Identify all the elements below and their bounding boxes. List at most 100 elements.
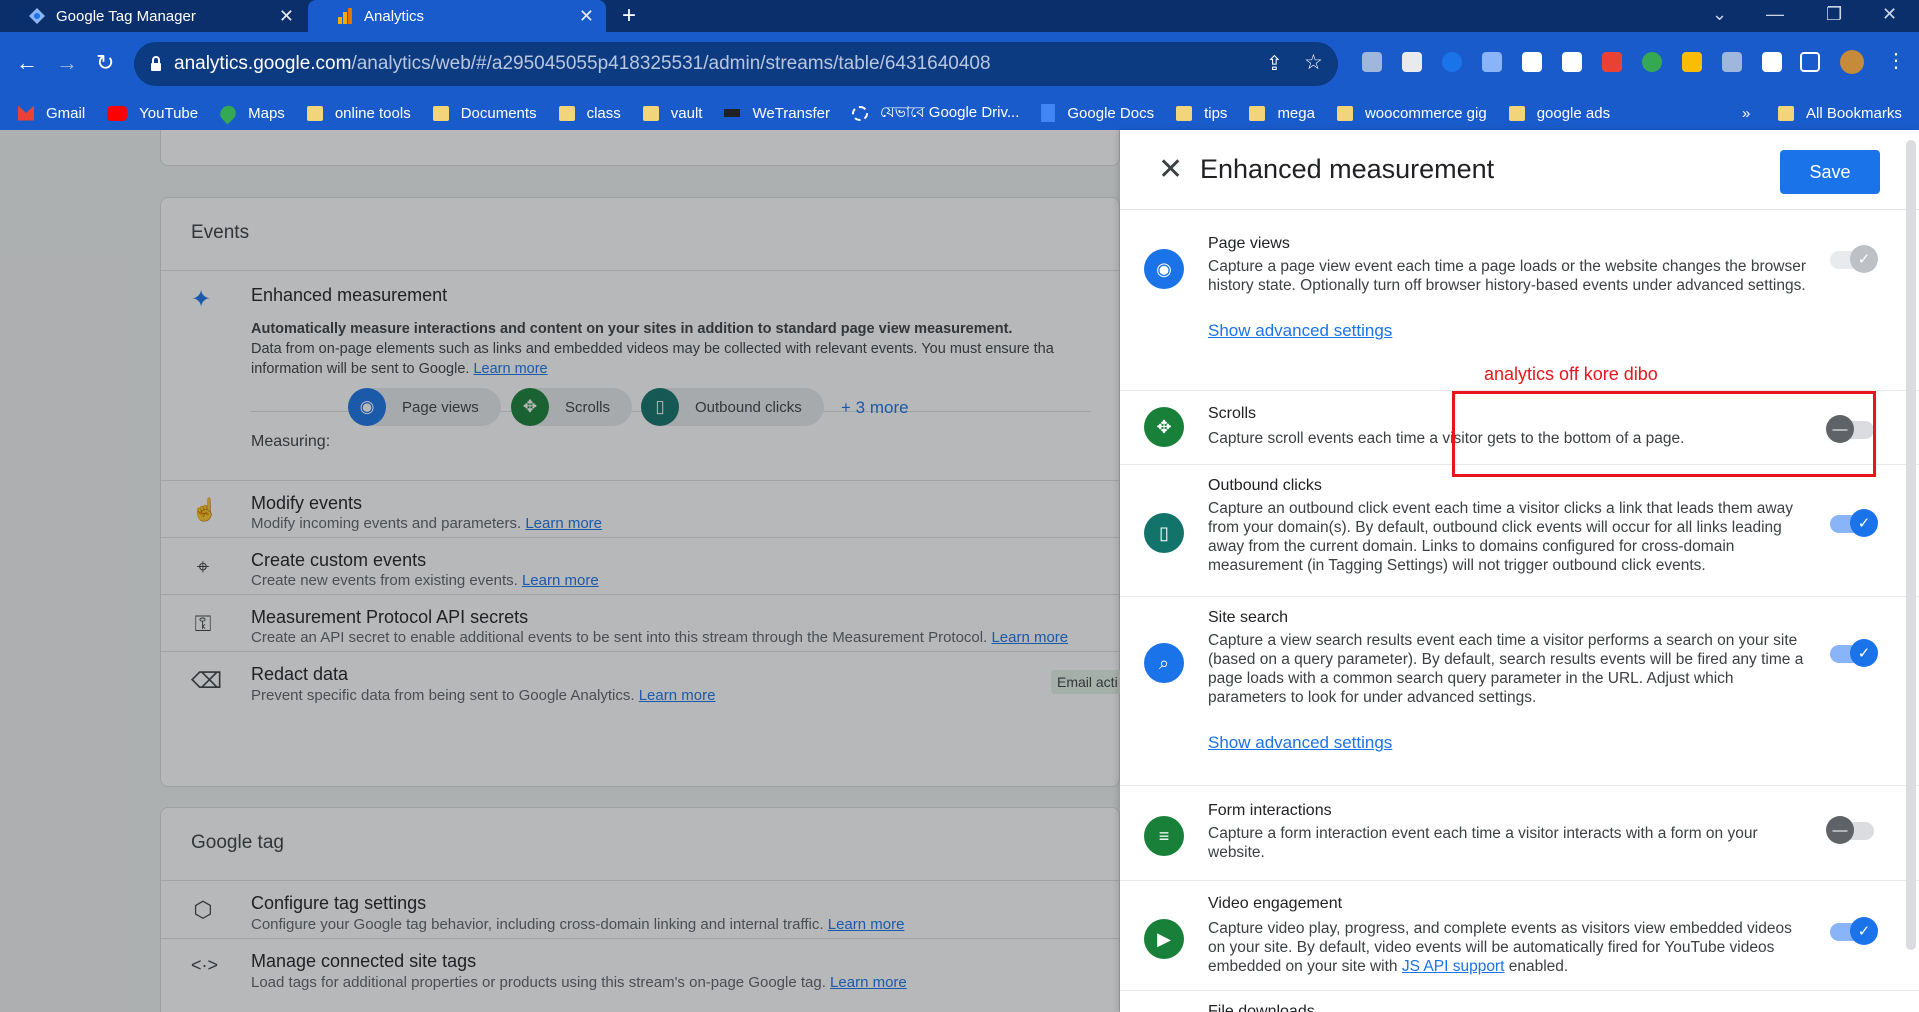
tab-analytics[interactable]: Analytics ✕	[308, 0, 606, 32]
close-icon[interactable]: ✕	[1158, 152, 1183, 187]
setting-file-downloads: File downloads	[1120, 991, 1919, 1012]
tab-search-icon[interactable]: ⌄	[1712, 4, 1727, 25]
setting-site-search: ⌕ Site search Capture a view search resu…	[1120, 597, 1919, 786]
extension-globe-icon[interactable]	[1682, 52, 1702, 72]
close-window-button[interactable]: ✕	[1882, 4, 1897, 25]
setting-desc: Capture a form interaction event each ti…	[1208, 825, 1758, 861]
check-icon: ✓	[1850, 245, 1878, 273]
site-search-toggle[interactable]: ✓	[1830, 639, 1878, 667]
setting-title: Scrolls	[1208, 405, 1257, 422]
setting-title: Outbound clicks	[1208, 477, 1322, 494]
extension-picker-icon[interactable]	[1522, 52, 1542, 72]
extension-layers-icon[interactable]	[1482, 52, 1502, 72]
outbound-clicks-toggle[interactable]: ✓	[1830, 509, 1878, 537]
bookmark-mega[interactable]: mega	[1249, 105, 1315, 122]
folder-icon	[1778, 105, 1794, 121]
bookmark-woocommerce-gig[interactable]: woocommerce gig	[1336, 105, 1487, 122]
close-tab-icon[interactable]: ✕	[279, 6, 294, 27]
setting-title: Video engagement	[1208, 895, 1343, 912]
form-add-icon: ≡	[1144, 816, 1184, 856]
browser-tab-strip: Google Tag Manager ✕ Analytics ✕ + ⌄ — ❐…	[0, 0, 1919, 32]
bookmark-youtube[interactable]: YouTube	[107, 105, 198, 122]
setting-desc-text: enabled.	[1504, 958, 1569, 975]
annotation-highlight-box	[1452, 391, 1876, 477]
google-docs-icon	[1041, 104, 1056, 122]
bookmark-label: যেভাবে Google Driv...	[879, 103, 1020, 121]
extensions-puzzle-icon[interactable]	[1762, 52, 1782, 72]
folder-icon	[306, 105, 323, 121]
url-text: analytics.google.com/analytics/web/#/a29…	[174, 53, 991, 75]
check-icon: ✓	[1850, 639, 1878, 667]
bookmark-tips[interactable]: tips	[1176, 105, 1227, 122]
save-button[interactable]: Save	[1780, 150, 1880, 194]
bookmark-label: class	[586, 104, 621, 122]
folder-icon	[1176, 105, 1193, 121]
forward-arrow-icon[interactable]: →	[56, 50, 78, 76]
restore-button[interactable]: ❐	[1826, 4, 1842, 25]
menu-dots-icon[interactable]: ⋮	[1886, 48, 1906, 73]
bookmark-class[interactable]: class	[558, 104, 621, 122]
bookmark-google-docs[interactable]: Google Docs	[1041, 104, 1154, 122]
bookmark-label: Documents	[460, 104, 537, 122]
bookmark-google-drive-guide[interactable]: যেভাবে Google Driv...	[851, 101, 1020, 126]
bookmark-vault[interactable]: vault	[642, 104, 703, 122]
show-advanced-settings-link[interactable]: Show advanced settings	[1208, 733, 1392, 753]
wetransfer-icon	[724, 109, 741, 117]
panel-scrollbar[interactable]	[1906, 140, 1916, 950]
setting-form-interactions: ≡ Form interactions Capture a form inter…	[1120, 786, 1919, 881]
bookmark-label: Google Docs	[1067, 104, 1155, 122]
page-views-toggle: ✓	[1830, 245, 1878, 273]
bookmark-online-tools[interactable]: online tools	[306, 105, 411, 122]
extension-color-icon[interactable]	[1602, 52, 1622, 72]
bookmark-label: vault	[670, 104, 703, 122]
more-bookmarks-chevron[interactable]: »	[1742, 105, 1750, 122]
all-bookmarks[interactable]: All Bookmarks	[1778, 105, 1902, 122]
mouse-icon: ▯	[1144, 513, 1184, 553]
side-panel-icon[interactable]	[1800, 52, 1820, 72]
setting-desc: Capture a view search results event each…	[1208, 632, 1804, 706]
extension-camera-icon[interactable]	[1722, 52, 1742, 72]
bookmarks-bar: Gmail YouTube Maps online tools Document…	[0, 96, 1919, 130]
show-advanced-settings-link[interactable]: Show advanced settings	[1208, 321, 1392, 341]
extension-messenger-icon[interactable]	[1442, 52, 1462, 72]
tab-google-tag-manager[interactable]: Google Tag Manager ✕	[0, 0, 306, 32]
setting-title: Site search	[1208, 609, 1289, 626]
form-interactions-toggle[interactable]: —	[1826, 816, 1874, 844]
bookmark-label: Gmail	[46, 104, 86, 122]
tab-label: Google Tag Manager	[56, 7, 196, 25]
search-icon: ⌕	[1144, 643, 1184, 683]
folder-icon	[558, 105, 575, 121]
close-tab-icon[interactable]: ✕	[579, 6, 594, 27]
setting-video-engagement: ▶ Video engagement Capture video play, p…	[1120, 881, 1919, 991]
js-api-support-link[interactable]: JS API support	[1402, 958, 1505, 975]
bookmark-google-ads[interactable]: google ads	[1508, 105, 1610, 122]
setting-title: File downloads	[1208, 1003, 1315, 1012]
folder-icon	[1336, 105, 1353, 121]
extension-code-icon[interactable]	[1362, 52, 1382, 72]
extension-refresh-icon[interactable]	[1642, 52, 1662, 72]
bookmark-star-icon[interactable]: ☆	[1304, 50, 1323, 75]
extension-window-icon[interactable]	[1402, 52, 1422, 72]
setting-desc: Capture video play, progress, and comple…	[1208, 919, 1808, 976]
back-arrow-icon[interactable]: ←	[16, 50, 38, 76]
bookmark-maps[interactable]: Maps	[217, 102, 285, 124]
enhanced-measurement-panel: ✕ Enhanced measurement Save ◉ Page views…	[1120, 130, 1919, 1012]
new-tab-button[interactable]: +	[622, 2, 636, 30]
maps-pin-icon	[217, 102, 240, 124]
lock-icon[interactable]	[150, 56, 162, 72]
gtm-logo-icon	[29, 8, 45, 24]
reload-icon[interactable]: ↻	[96, 50, 114, 76]
extension-t-icon[interactable]	[1562, 52, 1582, 72]
bookmark-documents[interactable]: Documents	[432, 104, 537, 122]
bookmark-wetransfer[interactable]: WeTransfer	[724, 105, 830, 122]
youtube-icon	[107, 105, 128, 121]
share-icon[interactable]: ⇪	[1266, 51, 1283, 76]
minimize-button[interactable]: —	[1766, 4, 1784, 25]
modal-scrim[interactable]	[0, 130, 1120, 1012]
address-bar[interactable]: analytics.google.com/analytics/web/#/a29…	[134, 42, 1338, 86]
profile-avatar[interactable]	[1840, 50, 1864, 74]
video-engagement-toggle[interactable]: ✓	[1830, 917, 1878, 945]
setting-desc: Capture a page view event each time a pa…	[1208, 258, 1806, 294]
bookmark-gmail[interactable]: Gmail	[18, 105, 85, 122]
analytics-logo-icon	[338, 8, 352, 24]
